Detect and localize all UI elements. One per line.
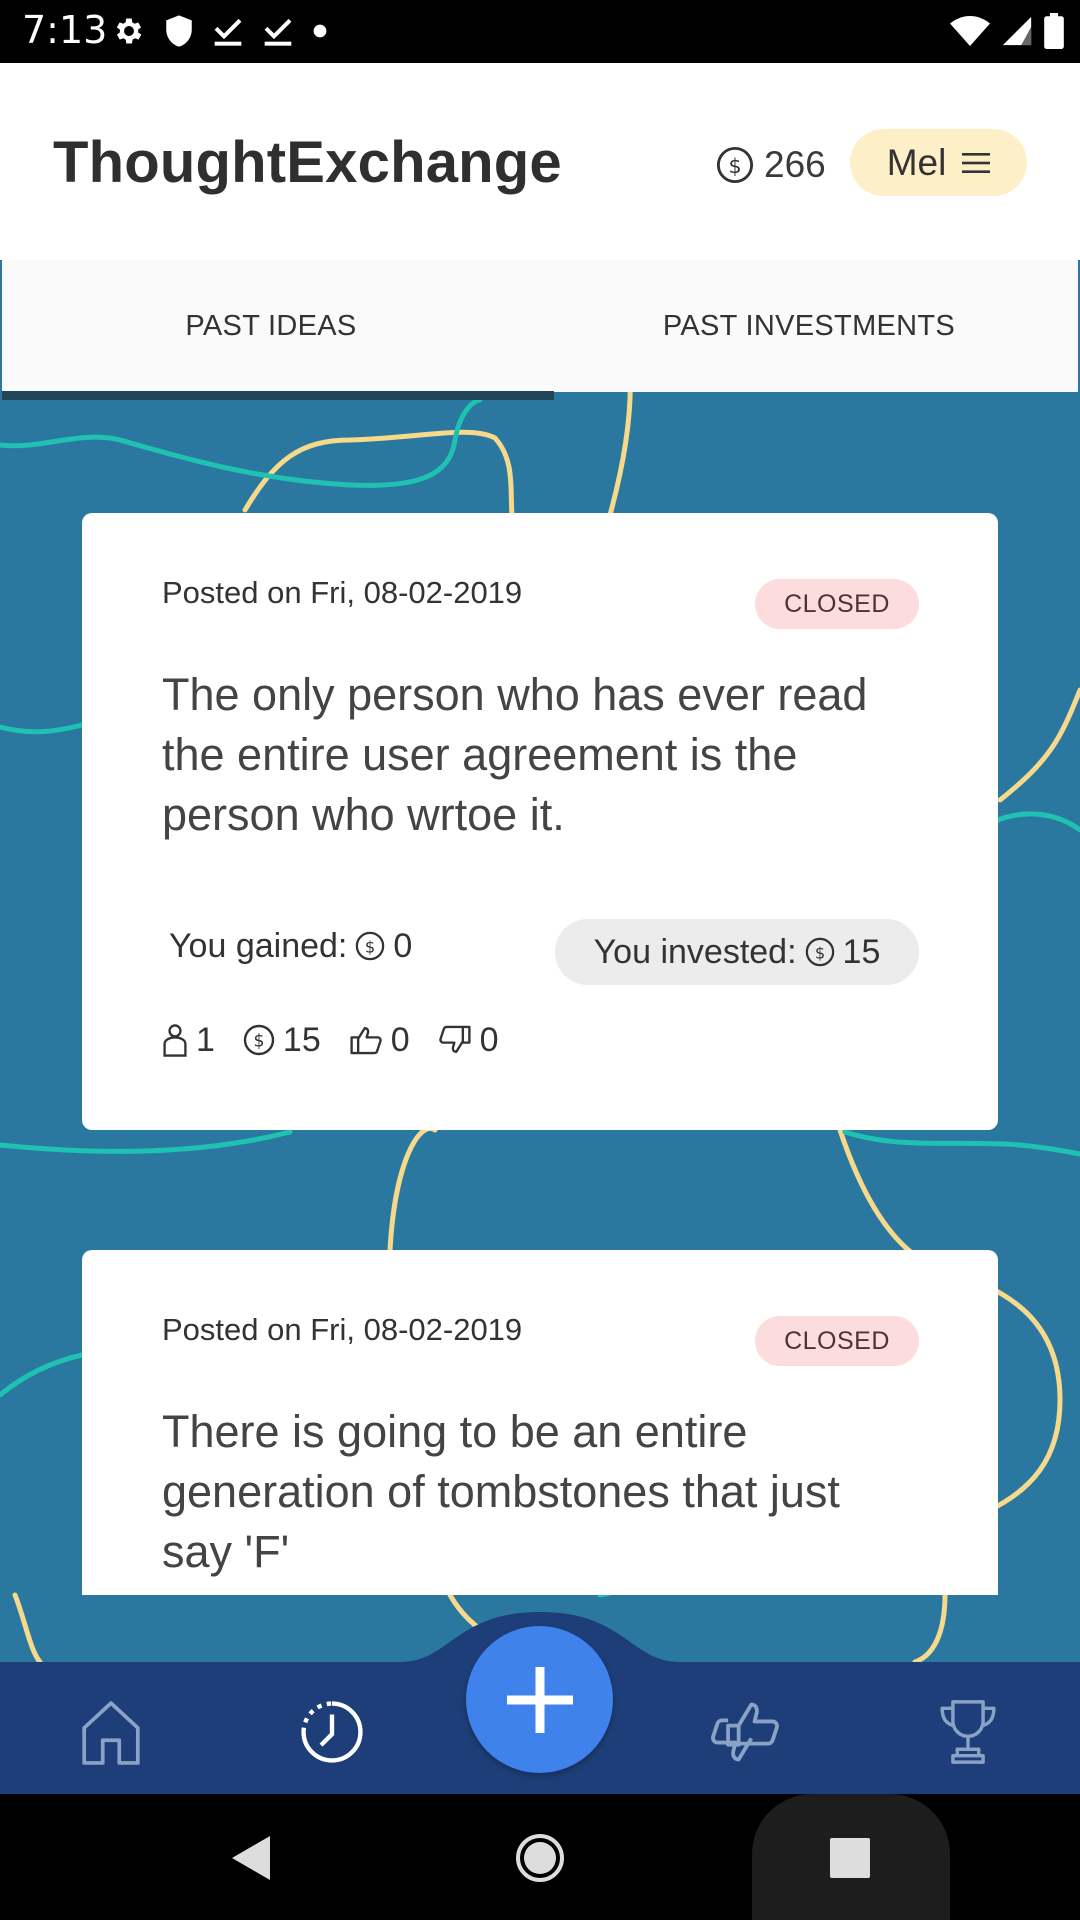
investors-stat: 1 <box>162 1021 215 1060</box>
coin-icon: $ <box>356 931 385 961</box>
invested-summary: You invested: $ 15 <box>555 919 919 985</box>
idea-card[interactable]: Posted on Fri, 08-02-2019 CLOSED The onl… <box>82 513 998 1130</box>
add-idea-button[interactable] <box>466 1626 613 1773</box>
status-badge: CLOSED <box>755 579 919 629</box>
investors-count: 1 <box>196 1020 215 1059</box>
status-notification-icons <box>112 10 328 52</box>
thumbs-up-icon <box>350 1027 382 1055</box>
idea-text: There is going to be an entire generatio… <box>162 1406 840 1577</box>
dislikes-stat: 0 <box>438 1021 499 1060</box>
gained-label: You gained: <box>169 926 348 965</box>
likes-count: 0 <box>390 1020 410 1059</box>
home-icon <box>82 1701 140 1765</box>
tab-past-ideas[interactable]: PAST IDEAS <box>2 260 540 392</box>
home-button[interactable] <box>508 1826 572 1890</box>
checkmark-download-icon <box>264 18 292 46</box>
dot-icon <box>313 24 327 38</box>
app-header: ThoughtExchange $ 266 Mel <box>0 63 1080 260</box>
idea-date: Posted on Fri, 08-02-2019 <box>162 575 523 610</box>
back-icon <box>232 1836 270 1880</box>
tab-past-investments[interactable]: PAST INVESTMENTS <box>540 260 1078 392</box>
signal-icon <box>1002 16 1032 46</box>
coin-icon: $ <box>243 1024 275 1056</box>
back-button[interactable] <box>220 1826 284 1890</box>
nav-home[interactable] <box>71 1692 151 1772</box>
recents-button[interactable] <box>818 1826 882 1890</box>
nav-leaderboard[interactable] <box>928 1692 1008 1772</box>
system-navigation-bar <box>0 1794 1080 1920</box>
thumbs-down-icon <box>438 1025 471 1053</box>
user-name: Mel <box>886 141 947 183</box>
home-circle-icon <box>516 1834 564 1882</box>
hamburger-menu-icon <box>962 152 991 173</box>
svg-text:$: $ <box>814 943 824 962</box>
history-icon <box>301 1701 363 1763</box>
idea-card[interactable]: Posted on Fri, 08-02-2019 CLOSED There i… <box>82 1250 998 1595</box>
person-icon <box>163 1024 187 1057</box>
selected-tab-indicator <box>2 391 554 400</box>
nav-history[interactable] <box>292 1692 372 1772</box>
svg-text:$: $ <box>253 1032 264 1052</box>
investments-icon <box>711 1702 779 1762</box>
checkmark-download-icon <box>214 18 242 46</box>
gained-summary: You gained: $ 0 <box>169 920 412 972</box>
invested-label: You invested: <box>593 932 797 971</box>
status-time: 7:13 <box>22 8 108 52</box>
likes-stat: 0 <box>349 1021 410 1060</box>
wifi-icon <box>950 16 990 46</box>
tab-bar: PAST IDEAS PAST INVESTMENTS <box>2 260 1078 392</box>
idea-date: Posted on Fri, 08-02-2019 <box>162 1312 523 1347</box>
coin-icon: $ <box>805 937 834 967</box>
coins-count: 15 <box>282 1020 321 1059</box>
idea-text: The only person who has ever read the en… <box>162 669 868 840</box>
svg-text:$: $ <box>365 937 375 956</box>
idea-stats: 1 $ 15 0 0 <box>162 1018 527 1062</box>
coin-icon: $ <box>716 146 754 184</box>
app-title: ThoughtExchange <box>53 130 562 195</box>
status-system-icons <box>950 10 1064 52</box>
battery-icon <box>1044 13 1064 49</box>
recents-icon <box>830 1838 870 1878</box>
gear-icon <box>116 18 142 44</box>
status-badge: CLOSED <box>755 1316 919 1366</box>
gained-value: 0 <box>393 926 413 965</box>
coin-balance-value: 266 <box>764 144 826 185</box>
status-bar: 7:13 <box>0 0 1080 63</box>
coins-stat: $ 15 <box>243 1021 321 1060</box>
user-menu-button[interactable]: Mel <box>850 129 1027 196</box>
coin-balance: $ 266 <box>716 141 826 189</box>
svg-text:$: $ <box>728 154 741 178</box>
shield-icon <box>166 15 192 47</box>
trophy-icon <box>940 1700 996 1764</box>
invested-value: 15 <box>842 932 881 971</box>
add-icon <box>506 1666 573 1733</box>
dislikes-count: 0 <box>479 1020 499 1059</box>
content-area: PAST IDEAS PAST INVESTMENTS Posted on Fr… <box>0 260 1080 1662</box>
nav-investments[interactable] <box>705 1692 785 1772</box>
